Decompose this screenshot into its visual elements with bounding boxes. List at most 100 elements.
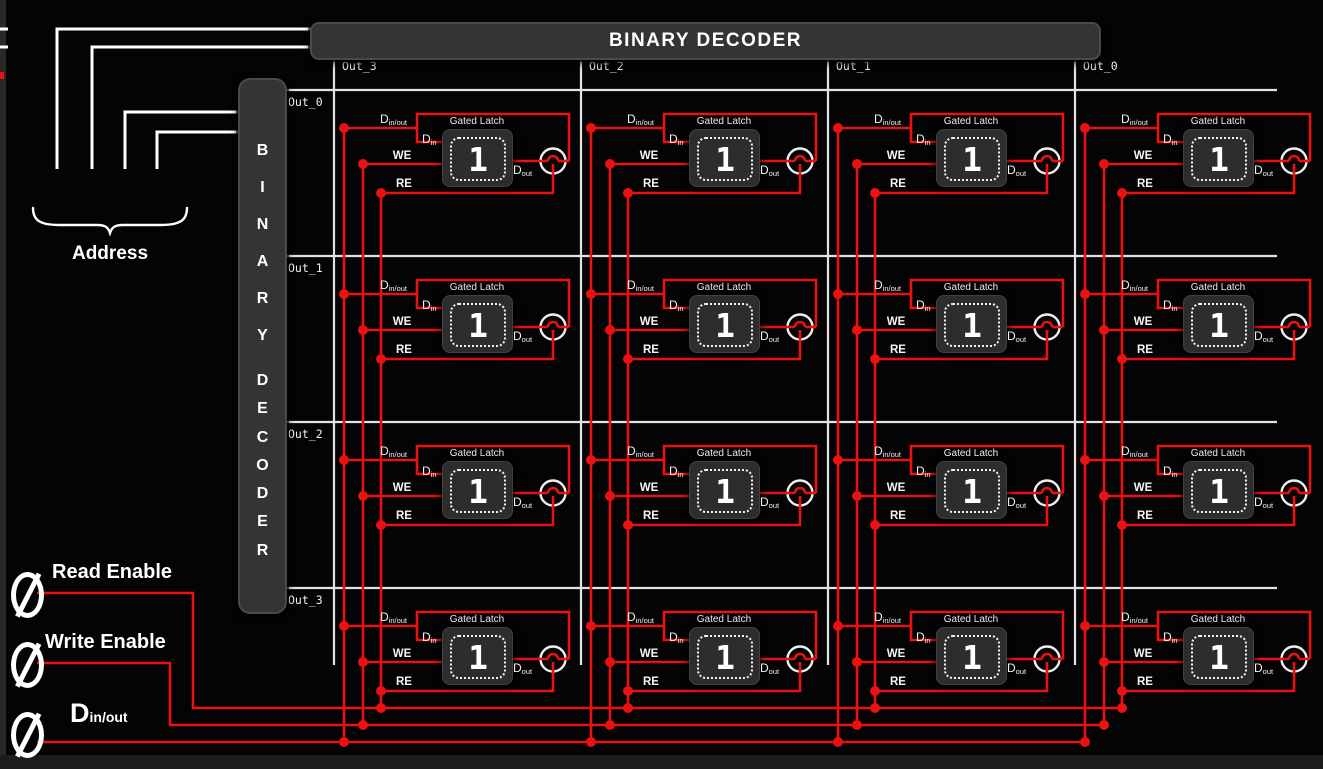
junction-dot (1080, 737, 1090, 747)
decoder-letter: C (256, 424, 268, 452)
junction-dot (1117, 686, 1127, 696)
junction-dot (339, 737, 349, 747)
junction-dot (623, 520, 633, 530)
data-inout-loop-wire (838, 280, 1063, 327)
decoder-letter: A (257, 243, 269, 280)
address-wire-2 (125, 112, 242, 169)
top-binary-decoder-title: BINARY DECODER (609, 30, 802, 52)
din-wire (1158, 460, 1183, 474)
re-wire (381, 662, 553, 691)
decoder-letter: D (256, 367, 268, 395)
data-inout-loop-wire (838, 612, 1063, 659)
din-wire (911, 294, 936, 308)
junction-dot (339, 289, 349, 299)
junction-dot (623, 686, 633, 696)
din-wire (417, 460, 442, 474)
junction-dot (852, 657, 862, 667)
junction-dot (358, 720, 368, 730)
junction-dot (1099, 325, 1109, 335)
re-wire (1122, 164, 1294, 193)
data-inout-loop-wire (1085, 114, 1310, 161)
decoder-letter: E (256, 395, 268, 423)
junction-dot (1080, 455, 1090, 465)
junction-dot (376, 354, 386, 364)
junction-dot (1099, 657, 1109, 667)
re-wire (875, 164, 1047, 193)
data-inout-loop-wire (344, 280, 569, 327)
read-enable-value-zero (11, 572, 44, 618)
junction-dot (376, 188, 386, 198)
decoder-letter: O (256, 452, 268, 480)
junction-dot (1080, 289, 1090, 299)
re-wire (381, 496, 553, 525)
junction-dot (870, 188, 880, 198)
din-wire (1158, 626, 1183, 640)
data-inout-loop-wire (344, 612, 569, 659)
junction-dot (870, 703, 880, 713)
junction-dot (1099, 720, 1109, 730)
re-wire (628, 164, 800, 193)
junction-dot (1080, 123, 1090, 133)
decoder-letter: E (256, 508, 268, 536)
data-line-label-sub: in/out (90, 709, 128, 725)
din-wire (911, 460, 936, 474)
din-wire (1158, 294, 1183, 308)
junction-dot (605, 159, 615, 169)
junction-dot (605, 657, 615, 667)
din-wire (417, 626, 442, 640)
re-wire (1122, 662, 1294, 691)
decoder-letter: N (257, 206, 269, 243)
data-line-label-main: D (70, 698, 90, 728)
write-enable-rail (37, 663, 1104, 725)
din-wire (911, 626, 936, 640)
address-brace (33, 208, 187, 233)
junction-dot (870, 354, 880, 364)
din-wire (664, 128, 689, 142)
junction-dot (586, 621, 596, 631)
data-inout-loop-wire (1085, 612, 1310, 659)
junction-dot (870, 686, 880, 696)
junction-dot (852, 491, 862, 501)
decoder-letter: R (257, 280, 269, 317)
junction-dot (358, 325, 368, 335)
junction-dot (623, 703, 633, 713)
re-wire (1122, 330, 1294, 359)
junction-dot (358, 491, 368, 501)
address-wire-3 (157, 132, 242, 169)
decoder-letter: B (257, 132, 269, 169)
junction-dot (339, 455, 349, 465)
junction-dot (1080, 621, 1090, 631)
junction-dot (852, 159, 862, 169)
decoder-letter: D (256, 480, 268, 508)
junction-dot (376, 520, 386, 530)
left-decoder-word-decoder: DECODER (256, 367, 268, 565)
data-inout-loop-wire (344, 114, 569, 161)
junction-dot (833, 289, 843, 299)
address-label: Address (40, 243, 180, 265)
din-wire (1158, 128, 1183, 142)
junction-dot (623, 354, 633, 364)
re-wire (381, 164, 553, 193)
data-inout-loop-wire (591, 446, 816, 493)
junction-dot (833, 123, 843, 133)
junction-dot (358, 657, 368, 667)
din-wire (417, 294, 442, 308)
re-wire (1122, 496, 1294, 525)
junction-dot (1117, 354, 1127, 364)
re-wire (628, 662, 800, 691)
din-wire (664, 460, 689, 474)
re-wire (381, 330, 553, 359)
din-wire (911, 128, 936, 142)
decoder-letter: I (257, 169, 269, 206)
wiring-canvas (0, 0, 1323, 769)
junction-dot (1117, 520, 1127, 530)
re-wire (875, 662, 1047, 691)
junction-dot (852, 720, 862, 730)
junction-dot (339, 621, 349, 631)
write-enable-label: Write Enable (45, 631, 166, 654)
data-inout-loop-wire (1085, 446, 1310, 493)
junction-dot (586, 737, 596, 747)
decoder-letter: Y (257, 317, 269, 354)
data-inout-loop-wire (591, 114, 816, 161)
data-inout-loop-wire (591, 280, 816, 327)
